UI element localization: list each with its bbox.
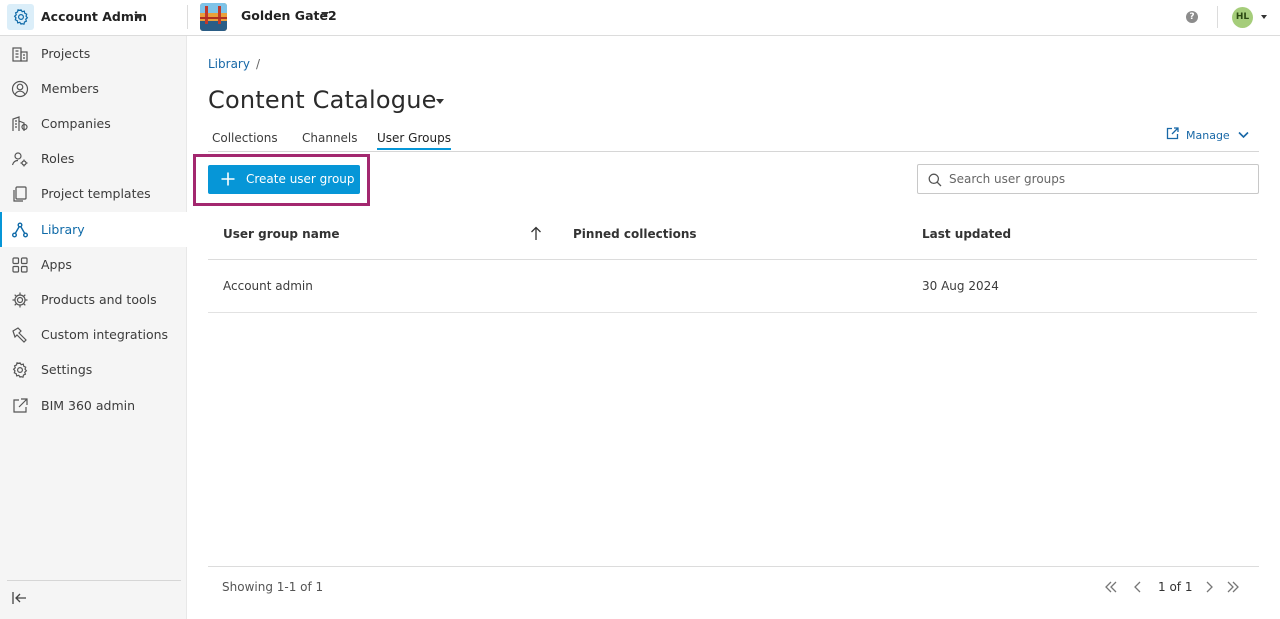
tab-user-groups[interactable]: User Groups [377,131,451,150]
breadcrumb: Library / [208,57,260,71]
sidebar-divider [7,580,181,581]
top-header: Account Admin Golden Gate2 ? HL [0,0,1280,36]
breadcrumb-separator: / [255,57,261,71]
project-thumbnail[interactable] [200,3,227,31]
sidebar-item-roles[interactable]: Roles [0,141,187,176]
tab-collections[interactable]: Collections [212,131,278,145]
collapse-sidebar-icon[interactable] [11,590,29,606]
chevron-down-icon[interactable] [436,99,444,104]
chevron-down-icon[interactable] [1261,15,1267,19]
sidebar-item-label: Apps [41,257,72,272]
table-footer: Showing 1-1 of 1 1 of 1 [208,566,1259,606]
sidebar-item-label: Roles [41,151,75,166]
create-user-group-label: Create user group [246,172,355,186]
tab-bar: Collections Channels User Groups [208,126,1259,152]
chevron-down-icon [1238,128,1249,142]
header-divider [1217,6,1218,28]
search-icon [928,173,942,187]
breadcrumb-link-library[interactable]: Library [208,57,250,71]
hammer-icon [11,326,29,344]
showing-count: Showing 1-1 of 1 [222,580,324,594]
sidebar-item-label: Members [41,81,99,96]
external-link-icon [1166,127,1179,143]
app-switcher[interactable]: Account Admin [0,0,187,36]
tab-channels[interactable]: Channels [302,131,358,145]
sidebar-item-custom-integrations[interactable]: Custom integrations [0,317,187,352]
apps-grid-icon [11,256,29,274]
header-divider [187,5,188,29]
column-header-last-updated[interactable]: Last updated [922,227,1011,241]
sidebar-item-label: Products and tools [41,292,157,307]
external-link-icon [11,397,29,415]
sidebar: Projects Members Companies Roles Project… [0,36,187,619]
column-header-user-group-name[interactable]: User group name [223,227,339,241]
sidebar-item-companies[interactable]: Companies [0,106,187,141]
sort-ascending-icon[interactable] [530,226,542,241]
manage-label: Manage [1186,128,1230,142]
sidebar-item-settings[interactable]: Settings [0,352,187,387]
page-title[interactable]: Content Catalogue [208,86,437,114]
sidebar-item-label: Projects [41,46,91,61]
sidebar-item-library[interactable]: Library [0,212,187,247]
manage-button[interactable]: Manage [1166,127,1249,143]
sidebar-item-bim360-admin[interactable]: BIM 360 admin [0,388,187,423]
chevron-down-icon[interactable] [321,12,329,17]
column-header-pinned-collections[interactable]: Pinned collections [573,227,697,241]
plus-icon [221,172,235,186]
sidebar-item-label: Custom integrations [41,327,169,342]
sidebar-item-label: Settings [41,362,93,377]
sidebar-item-members[interactable]: Members [0,71,187,106]
sidebar-item-label: Companies [41,116,111,131]
user-circle-icon [11,80,29,98]
cell-user-group-name: Account admin [223,279,313,293]
help-icon[interactable]: ? [1186,11,1198,23]
page-indicator: 1 of 1 [1158,580,1193,594]
template-icon [11,185,29,203]
first-page-icon[interactable] [1104,580,1118,594]
sidebar-item-apps[interactable]: Apps [0,247,187,282]
user-gear-icon [11,150,29,168]
gear-icon [11,361,29,379]
search-box[interactable] [917,164,1259,194]
sidebar-item-label: BIM 360 admin [41,398,136,413]
sidebar-item-project-templates[interactable]: Project templates [0,176,187,211]
library-icon [11,221,29,239]
gear-cog-icon [11,291,29,309]
table-row[interactable]: Account admin 30 Aug 2024 [208,260,1257,313]
search-input[interactable] [949,169,1249,189]
cell-last-updated: 30 Aug 2024 [922,279,999,293]
table-header: User group name Pinned collections Last … [208,214,1257,260]
sidebar-item-products-and-tools[interactable]: Products and tools [0,282,187,317]
app-title: Account Admin [41,9,148,24]
next-page-icon[interactable] [1202,580,1216,594]
sidebar-item-projects[interactable]: Projects [0,36,187,71]
sidebar-item-label: Project templates [41,186,151,201]
company-icon [11,115,29,133]
gear-icon [7,4,34,30]
sidebar-item-label: Library [41,222,85,237]
avatar[interactable]: HL [1232,7,1253,28]
previous-page-icon[interactable] [1131,580,1145,594]
create-user-group-button[interactable]: Create user group [208,165,360,194]
building-icon [11,45,29,63]
last-page-icon[interactable] [1226,580,1240,594]
chevron-down-icon [134,14,142,19]
